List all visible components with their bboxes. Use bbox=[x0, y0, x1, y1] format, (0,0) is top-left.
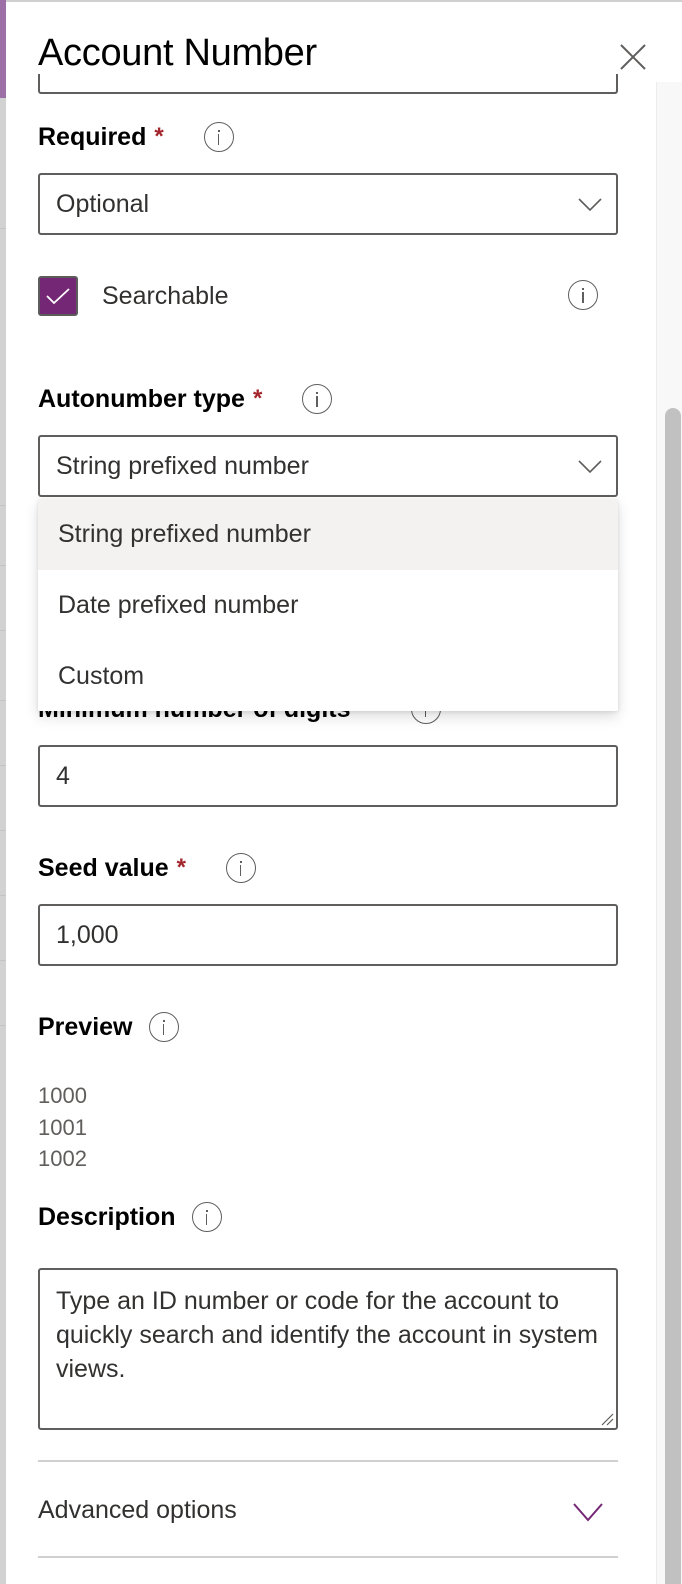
chevron-down-icon bbox=[578, 460, 602, 474]
searchable-checkbox[interactable] bbox=[38, 276, 78, 316]
autonumber-type-dropdown-value: String prefixed number bbox=[56, 451, 309, 480]
min-digits-input[interactable]: 4 bbox=[38, 745, 618, 807]
info-icon[interactable] bbox=[148, 1012, 179, 1042]
min-digits-value: 4 bbox=[56, 761, 70, 790]
advanced-options-toggle[interactable]: Advanced options bbox=[38, 1470, 618, 1550]
preview-label: Preview bbox=[38, 1012, 179, 1042]
required-asterisk: * bbox=[154, 123, 164, 150]
searchable-checkbox-row: Searchable bbox=[38, 276, 228, 316]
panel-scrollbar[interactable] bbox=[656, 82, 682, 1584]
seed-value-input[interactable]: 1,000 bbox=[38, 904, 618, 966]
required-asterisk: * bbox=[176, 854, 186, 881]
required-dropdown[interactable]: Optional bbox=[38, 173, 618, 235]
checkmark-icon bbox=[46, 288, 70, 305]
section-divider bbox=[38, 1556, 618, 1558]
close-icon bbox=[620, 44, 646, 70]
preview-value: 1002 bbox=[38, 1146, 87, 1171]
option-custom[interactable]: Custom bbox=[38, 641, 618, 712]
autonumber-type-dropdown[interactable]: String prefixed number bbox=[38, 435, 618, 497]
autonumber-type-options-menu: String prefixed number Date prefixed num… bbox=[38, 499, 618, 711]
column-properties-panel: Account Number Required * Optional Searc… bbox=[6, 2, 682, 1584]
preview-value: 1001 bbox=[38, 1114, 87, 1140]
info-icon[interactable] bbox=[203, 122, 234, 152]
previous-field-input[interactable] bbox=[38, 74, 618, 94]
autonumber-type-label-text: Autonumber type bbox=[38, 384, 245, 413]
option-date-prefixed-number[interactable]: Date prefixed number bbox=[38, 570, 618, 641]
seed-value-value: 1,000 bbox=[56, 920, 119, 949]
seed-value-label-text: Seed value bbox=[38, 853, 169, 882]
option-string-prefixed-number[interactable]: String prefixed number bbox=[38, 499, 618, 570]
required-label-text: Required bbox=[38, 122, 147, 151]
info-icon[interactable] bbox=[191, 1202, 222, 1232]
required-dropdown-value: Optional bbox=[56, 189, 150, 218]
chevron-down-icon bbox=[578, 198, 602, 212]
searchable-label: Searchable bbox=[102, 281, 229, 310]
required-label: Required * bbox=[38, 122, 234, 152]
resize-handle-icon[interactable] bbox=[600, 1412, 614, 1426]
autonumber-type-label: Autonumber type * bbox=[38, 384, 333, 414]
seed-value-label: Seed value * bbox=[38, 853, 256, 883]
scrollbar-thumb[interactable] bbox=[665, 408, 681, 1584]
panel-title: Account Number bbox=[38, 32, 317, 74]
close-button[interactable] bbox=[618, 42, 648, 72]
preview-value: 1000 bbox=[38, 1083, 87, 1108]
preview-label-text: Preview bbox=[38, 1012, 133, 1041]
info-icon[interactable] bbox=[225, 853, 256, 883]
advanced-options-label: Advanced options bbox=[38, 1495, 237, 1524]
description-label: Description bbox=[38, 1202, 222, 1232]
preview-values: 1000 1001 1002 bbox=[38, 1080, 87, 1175]
description-text: Type an ID number or code for the accoun… bbox=[56, 1287, 598, 1383]
section-divider bbox=[38, 1460, 618, 1462]
info-icon[interactable] bbox=[302, 384, 333, 414]
description-label-text: Description bbox=[38, 1202, 176, 1231]
info-icon[interactable] bbox=[568, 280, 598, 310]
required-asterisk: * bbox=[252, 385, 263, 412]
chevron-down-icon bbox=[573, 1503, 603, 1522]
description-textarea[interactable]: Type an ID number or code for the accoun… bbox=[38, 1268, 618, 1430]
